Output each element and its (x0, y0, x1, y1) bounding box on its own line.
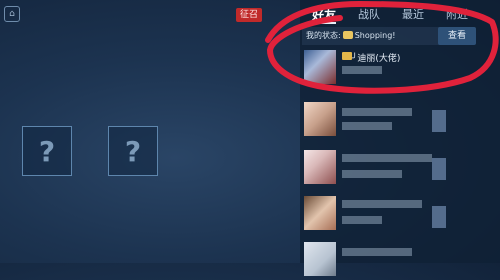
avatar (304, 196, 336, 230)
tab-team[interactable]: 战队 (358, 6, 380, 22)
avatar (304, 150, 336, 184)
recruit-button[interactable]: 征召 (236, 8, 263, 22)
friend-status-text (342, 170, 402, 178)
friend-row[interactable] (300, 194, 500, 234)
status-emoji-icon (342, 31, 353, 39)
question-mark-icon: ? (124, 134, 142, 168)
friend-status-text (342, 216, 382, 224)
avatar (304, 242, 336, 276)
friend-name (342, 248, 412, 256)
friend-name (342, 154, 432, 162)
avatar (304, 50, 336, 84)
empty-slot-card[interactable]: ? (22, 126, 72, 176)
active-tab-indicator (314, 22, 336, 24)
friend-name (342, 108, 412, 116)
friend-row[interactable] (300, 240, 500, 280)
status-label: 我的状态: (306, 31, 341, 40)
friend-status-text (342, 66, 382, 74)
friend-name: ╯迪丽(大佬) (352, 54, 401, 64)
friend-action[interactable] (432, 206, 446, 228)
tab-recent[interactable]: 最近 (402, 6, 424, 22)
friend-action[interactable] (432, 110, 446, 132)
friend-row[interactable]: ╯迪丽(大佬) (300, 48, 500, 88)
empty-slot-card[interactable]: ? (108, 126, 158, 176)
friend-action[interactable] (432, 158, 446, 180)
status-value: Shopping! (354, 31, 396, 40)
friend-row[interactable] (300, 148, 500, 188)
crown-icon (342, 52, 352, 60)
friends-tabs: 好友 战队 最近 附近 (300, 0, 500, 24)
avatar (304, 102, 336, 136)
home-icon[interactable]: ⌂ (4, 6, 20, 22)
view-status-button[interactable]: 查看 (438, 27, 476, 45)
friend-status-text (342, 122, 392, 130)
tab-nearby[interactable]: 附近 (446, 6, 468, 22)
tab-friends[interactable]: 好友 (312, 6, 336, 23)
friend-name (342, 200, 422, 208)
question-mark-icon: ? (38, 134, 56, 168)
friend-row[interactable] (300, 100, 500, 140)
